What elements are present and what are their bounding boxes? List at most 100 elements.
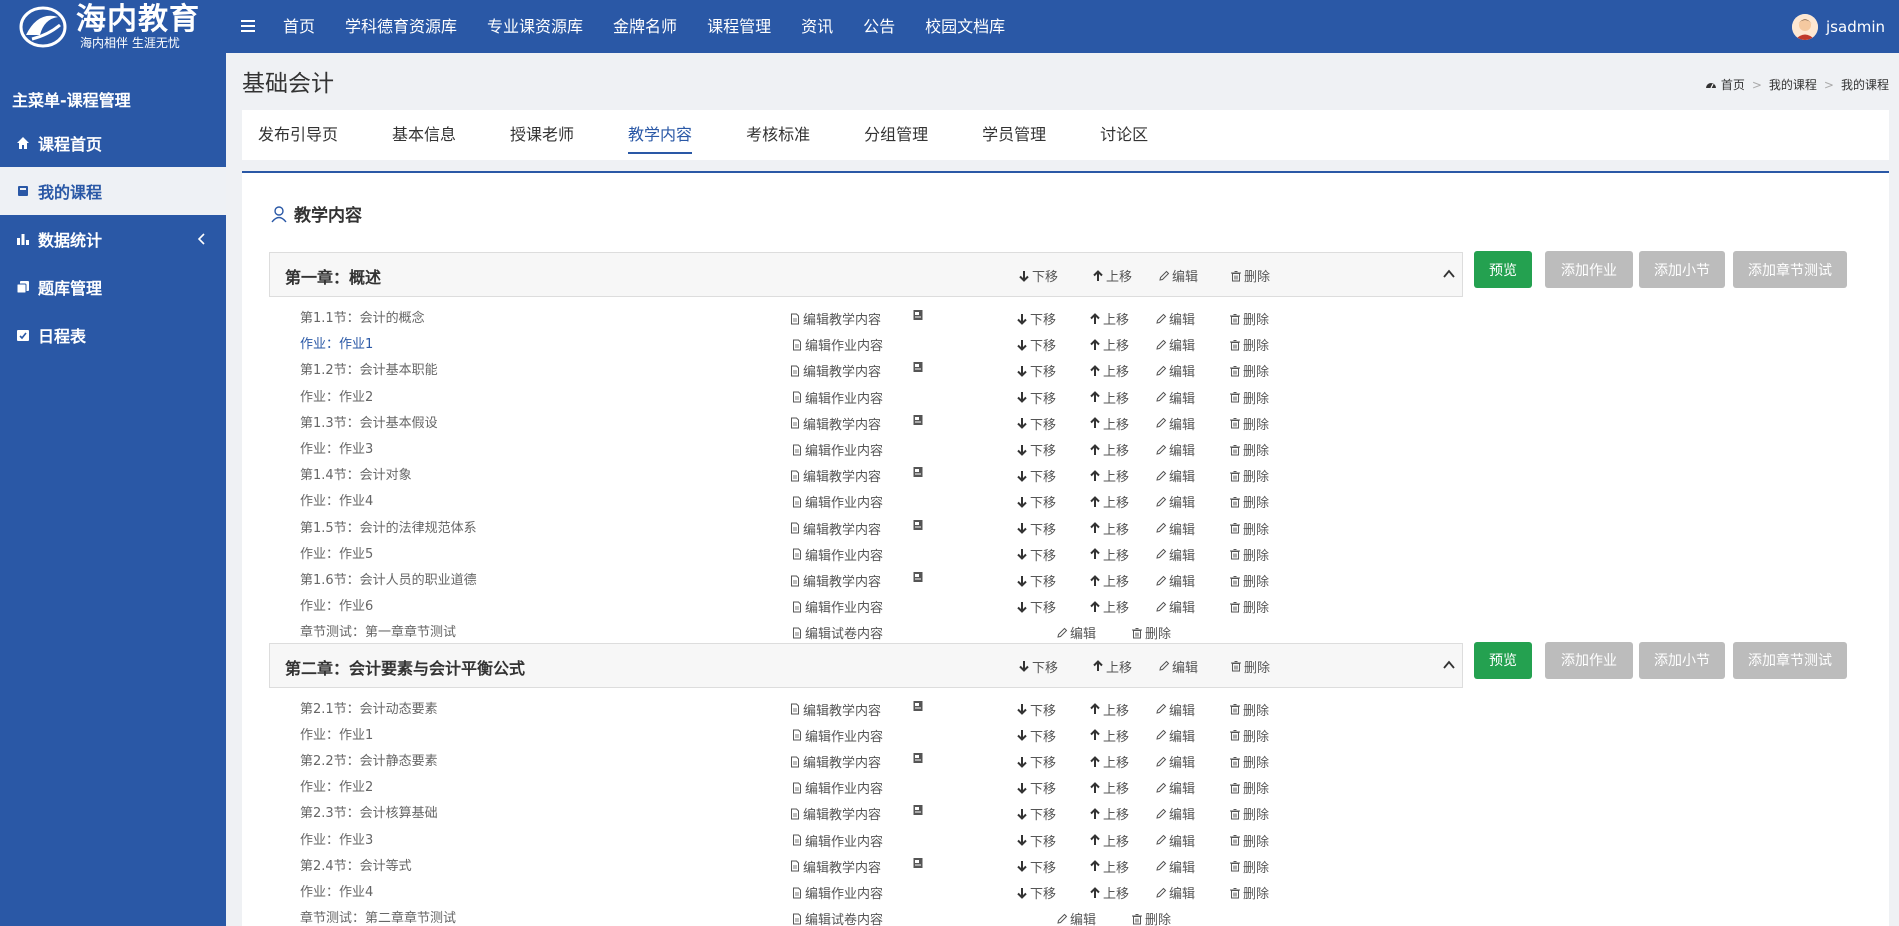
edit-content-button[interactable]: 编辑教学内容: [789, 857, 881, 876]
section-row[interactable]: 第1.2节：会计基本职能: [300, 359, 438, 378]
edit-homework-button[interactable]: 编辑作业内容: [791, 883, 883, 902]
row-edit-button[interactable]: 编辑: [1155, 440, 1195, 459]
nav-item-news[interactable]: 资讯: [786, 0, 848, 53]
tab-basic-info[interactable]: 基本信息: [365, 110, 483, 160]
row-edit-button[interactable]: 编辑: [1155, 831, 1195, 850]
homework-row[interactable]: 作业：作业3: [300, 829, 373, 848]
row-delete-button[interactable]: 删除: [1229, 752, 1269, 771]
row-move-down-button[interactable]: 下移: [1016, 545, 1056, 564]
edit-content-button[interactable]: 编辑教学内容: [789, 466, 881, 485]
row-move-down-button[interactable]: 下移: [1016, 778, 1056, 797]
video-content-button[interactable]: [912, 752, 926, 764]
chapter-move-up-button[interactable]: 上移: [1092, 657, 1132, 676]
video-content-button[interactable]: [912, 309, 926, 321]
nav-item-moral-resources[interactable]: 学科德育资源库: [330, 0, 472, 53]
row-edit-button[interactable]: 编辑: [1155, 414, 1195, 433]
edit-exam-button[interactable]: 编辑试卷内容: [791, 909, 883, 926]
chapter-delete-button[interactable]: 删除: [1230, 657, 1270, 676]
video-content-button[interactable]: [912, 700, 926, 712]
collapse-chevron-up-icon[interactable]: [1442, 658, 1456, 672]
section-row[interactable]: 第1.6节：会计人员的职业道德: [300, 569, 477, 588]
homework-row[interactable]: 作业：作业2: [300, 386, 373, 405]
edit-homework-button[interactable]: 编辑作业内容: [791, 831, 883, 850]
edit-content-button[interactable]: 编辑教学内容: [789, 700, 881, 719]
section-row[interactable]: 第1.1节：会计的概念: [300, 307, 425, 326]
chapter-move-down-button[interactable]: 下移: [1018, 657, 1058, 676]
row-move-down-button[interactable]: 下移: [1016, 361, 1056, 380]
row-edit-button[interactable]: 编辑: [1056, 623, 1096, 642]
sidebar-item-statistics[interactable]: 数据统计: [0, 215, 226, 263]
row-delete-button[interactable]: 删除: [1229, 361, 1269, 380]
video-content-button[interactable]: [912, 804, 926, 816]
row-move-down-button[interactable]: 下移: [1016, 388, 1056, 407]
add-section-button[interactable]: 添加小节: [1639, 251, 1725, 288]
row-delete-button[interactable]: 删除: [1229, 335, 1269, 354]
row-edit-button[interactable]: 编辑: [1155, 545, 1195, 564]
video-content-button[interactable]: [912, 519, 926, 531]
row-delete-button[interactable]: 删除: [1229, 519, 1269, 538]
row-edit-button[interactable]: 编辑: [1155, 492, 1195, 511]
test-row[interactable]: 章节测试：第一章章节测试: [300, 621, 456, 640]
chapter-move-up-button[interactable]: 上移: [1092, 266, 1132, 285]
row-edit-button[interactable]: 编辑: [1155, 752, 1195, 771]
row-delete-button[interactable]: 删除: [1229, 571, 1269, 590]
row-move-up-button[interactable]: 上移: [1089, 571, 1129, 590]
edit-exam-button[interactable]: 编辑试卷内容: [791, 623, 883, 642]
homework-row[interactable]: 作业：作业1: [300, 333, 373, 352]
nav-item-home[interactable]: 首页: [268, 0, 330, 53]
user-menu[interactable]: jsadmin: [1792, 13, 1885, 40]
add-homework-button[interactable]: 添加作业: [1545, 251, 1633, 288]
row-move-down-button[interactable]: 下移: [1016, 700, 1056, 719]
sidebar-item-my-courses[interactable]: 我的课程: [0, 167, 226, 215]
video-content-button[interactable]: [912, 414, 926, 426]
row-edit-button[interactable]: 编辑: [1155, 857, 1195, 876]
edit-content-button[interactable]: 编辑教学内容: [789, 804, 881, 823]
row-edit-button[interactable]: 编辑: [1155, 571, 1195, 590]
edit-content-button[interactable]: 编辑教学内容: [789, 519, 881, 538]
row-move-up-button[interactable]: 上移: [1089, 309, 1129, 328]
row-move-up-button[interactable]: 上移: [1089, 831, 1129, 850]
edit-homework-button[interactable]: 编辑作业内容: [791, 726, 883, 745]
row-move-down-button[interactable]: 下移: [1016, 440, 1056, 459]
section-row[interactable]: 第2.1节：会计动态要素: [300, 698, 438, 717]
nav-item-course-resources[interactable]: 专业课资源库: [472, 0, 598, 53]
collapse-chevron-up-icon[interactable]: [1442, 267, 1456, 281]
add-chapter-test-button[interactable]: 添加章节测试: [1733, 641, 1847, 679]
section-row[interactable]: 第2.2节：会计静态要素: [300, 750, 438, 769]
row-move-up-button[interactable]: 上移: [1089, 778, 1129, 797]
row-move-up-button[interactable]: 上移: [1089, 388, 1129, 407]
row-move-down-button[interactable]: 下移: [1016, 492, 1056, 511]
row-move-up-button[interactable]: 上移: [1089, 752, 1129, 771]
row-move-up-button[interactable]: 上移: [1089, 857, 1129, 876]
test-row[interactable]: 章节测试：第二章章节测试: [300, 907, 456, 926]
edit-homework-button[interactable]: 编辑作业内容: [791, 388, 883, 407]
edit-homework-button[interactable]: 编辑作业内容: [791, 597, 883, 616]
row-move-up-button[interactable]: 上移: [1089, 545, 1129, 564]
row-move-down-button[interactable]: 下移: [1016, 414, 1056, 433]
chapter-delete-button[interactable]: 删除: [1230, 266, 1270, 285]
add-homework-button[interactable]: 添加作业: [1545, 641, 1633, 679]
row-move-down-button[interactable]: 下移: [1016, 309, 1056, 328]
homework-row[interactable]: 作业：作业6: [300, 595, 373, 614]
row-move-down-button[interactable]: 下移: [1016, 883, 1056, 902]
edit-content-button[interactable]: 编辑教学内容: [789, 361, 881, 380]
row-edit-button[interactable]: 编辑: [1155, 700, 1195, 719]
sidebar-item-course-home[interactable]: 课程首页: [0, 119, 226, 167]
nav-item-documents[interactable]: 校园文档库: [910, 0, 1020, 53]
row-delete-button[interactable]: 删除: [1229, 466, 1269, 485]
row-delete-button[interactable]: 删除: [1229, 831, 1269, 850]
row-move-down-button[interactable]: 下移: [1016, 335, 1056, 354]
row-delete-button[interactable]: 删除: [1229, 440, 1269, 459]
tab-students[interactable]: 学员管理: [955, 110, 1073, 160]
row-edit-button[interactable]: 编辑: [1155, 883, 1195, 902]
row-move-up-button[interactable]: 上移: [1089, 335, 1129, 354]
edit-homework-button[interactable]: 编辑作业内容: [791, 440, 883, 459]
row-delete-button[interactable]: 删除: [1131, 909, 1171, 926]
tab-teachers[interactable]: 授课老师: [483, 110, 601, 160]
row-move-up-button[interactable]: 上移: [1089, 700, 1129, 719]
homework-row[interactable]: 作业：作业4: [300, 490, 373, 509]
row-move-down-button[interactable]: 下移: [1016, 752, 1056, 771]
row-delete-button[interactable]: 删除: [1229, 492, 1269, 511]
row-move-down-button[interactable]: 下移: [1016, 466, 1056, 485]
row-move-up-button[interactable]: 上移: [1089, 466, 1129, 485]
